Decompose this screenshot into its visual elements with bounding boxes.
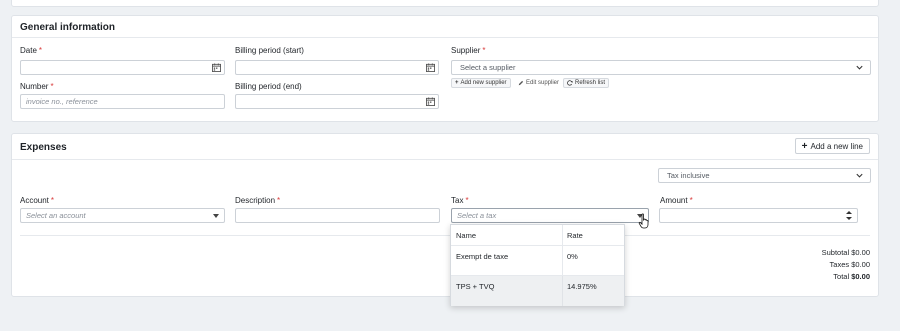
refresh-list-button[interactable]: Refresh list (563, 78, 610, 88)
supplier-label: Supplier * (451, 46, 486, 55)
supplier-select-value: Select a supplier (460, 63, 516, 72)
calendar-icon[interactable] (426, 97, 435, 106)
billing-start-label: Billing period (start) (235, 46, 304, 55)
plus-icon: + (455, 80, 459, 86)
billing-end-input[interactable] (235, 94, 439, 109)
tax-col-name-header: Name (456, 231, 477, 240)
top-card-remnant (11, 0, 879, 7)
amount-label: Amount * (660, 196, 693, 205)
tax-label: Tax * (451, 196, 469, 205)
caret-down-icon (213, 214, 219, 218)
tax-option-tps-tvq[interactable]: TPS + TVQ 14.975% (451, 276, 624, 306)
tax-dropdown-list: Name Rate Exempt de taxe 0% TPS + TVQ 14… (450, 224, 625, 306)
supplier-select[interactable]: Select a supplier (451, 60, 871, 75)
tax-mode-value: Tax inclusive (667, 171, 710, 180)
column-divider (562, 276, 563, 306)
taxes-row: Taxes $0.00 (829, 260, 870, 269)
total-row: Total $0.00 (833, 272, 870, 281)
refresh-icon (567, 80, 573, 86)
tax-option-name: TPS + TVQ (456, 282, 495, 291)
add-new-line-button[interactable]: + Add a new line (794, 138, 870, 154)
chevron-down-icon (856, 173, 863, 178)
tax-option-rate: 14.975% (567, 282, 597, 291)
pencil-icon (518, 80, 524, 86)
plus-icon: + (801, 140, 808, 152)
number-stepper-icon[interactable] (845, 209, 853, 222)
tax-col-rate-header: Rate (567, 231, 583, 240)
general-information-title: General information (20, 22, 116, 33)
expenses-header: Expenses + Add a new line (12, 134, 878, 160)
number-placeholder: invoice no., reference (26, 97, 98, 106)
hand-cursor-icon (638, 213, 649, 229)
chevron-down-icon (856, 65, 863, 70)
tax-mode-select[interactable]: Tax inclusive (658, 168, 871, 183)
expenses-card: Expenses + Add a new line Tax inclusive A… (11, 133, 879, 297)
add-new-supplier-button[interactable]: + Add new supplier (451, 78, 511, 88)
tax-placeholder: Select a tax (457, 211, 497, 220)
expenses-title: Expenses (20, 142, 67, 153)
general-information-card: General information Date * Billing period… (11, 15, 879, 122)
billing-start-input[interactable] (235, 60, 439, 75)
account-placeholder: Select an account (26, 211, 86, 220)
line-divider (20, 235, 870, 236)
calendar-icon[interactable] (212, 63, 221, 72)
billing-end-label: Billing period (end) (235, 82, 302, 91)
tax-option-name: Exempt de taxe (456, 252, 509, 261)
number-label: Number * (20, 82, 54, 91)
tax-select[interactable]: Select a tax (451, 208, 649, 223)
tax-option-rate: 0% (567, 252, 578, 261)
date-label: Date * (20, 46, 43, 55)
subtotal-row: Subtotal $0.00 (821, 248, 870, 257)
account-select[interactable]: Select an account (20, 208, 225, 223)
calendar-icon[interactable] (426, 63, 435, 72)
account-label: Account * (20, 196, 55, 205)
tax-option-exempt[interactable]: Exempt de taxe 0% (451, 246, 624, 276)
number-input[interactable]: invoice no., reference (20, 94, 225, 109)
date-input[interactable] (20, 60, 225, 75)
tax-dropdown-header: Name Rate (451, 225, 624, 246)
edit-supplier-button[interactable]: Edit supplier (514, 78, 563, 88)
amount-input[interactable] (659, 208, 858, 223)
description-input[interactable] (235, 208, 440, 223)
general-information-header: General information (12, 16, 878, 38)
description-label: Description * (235, 196, 281, 205)
